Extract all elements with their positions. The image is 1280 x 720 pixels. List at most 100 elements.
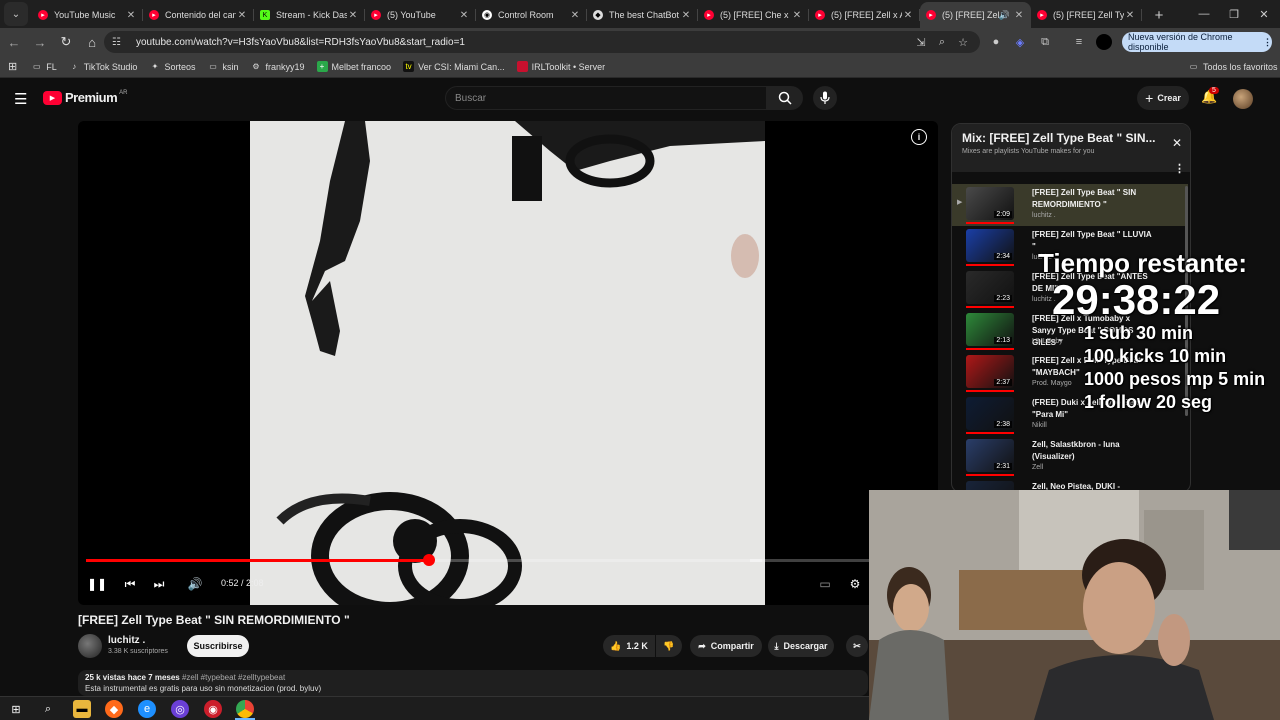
media-control-icon[interactable]: ≡ <box>1071 34 1087 50</box>
address-bar[interactable]: ☷ youtube.com/watch?v=H3fsYaoVbu8&list=R… <box>104 31 980 53</box>
playlist-item[interactable]: 2:31 Zell, Salastkbron - luna (Visualizer… <box>952 436 1188 478</box>
subtitles-icon[interactable]: ▭ <box>814 573 836 595</box>
minimize-icon[interactable]: — <box>1188 0 1220 28</box>
obs-icon[interactable]: ◉ <box>204 700 222 718</box>
discord-icon[interactable]: ◎ <box>171 700 189 718</box>
tab[interactable]: ▸(5) [FREE] Zell x Alli✕ <box>809 2 920 28</box>
bookmark[interactable]: + Melbet francoo <box>316 61 391 72</box>
search-icon[interactable]: ⌕ <box>39 700 57 718</box>
progress-bar[interactable] <box>86 554 926 566</box>
bookmark[interactable]: ⚙ frankyy19 <box>250 61 304 72</box>
tab[interactable]: ◆ The best ChatBot ✕ <box>587 2 698 28</box>
like-button[interactable]: 👍 1.2 K <box>603 635 655 657</box>
channel-avatar[interactable] <box>78 634 102 658</box>
clip-button[interactable]: ✂ <box>846 635 868 657</box>
restore-icon[interactable]: ❐ <box>1218 0 1250 28</box>
timer-rule: 1 follow 20 seg <box>1084 392 1213 412</box>
windows-start-icon[interactable]: ⊞ <box>7 700 25 718</box>
previous-icon[interactable]: ⏮ <box>119 573 141 595</box>
zoom-icon[interactable]: ⌕ <box>934 34 950 50</box>
tab-active[interactable]: ▸ (5) [FREE] Zell 🔊 ✕ <box>920 2 1031 28</box>
voice-search-button[interactable] <box>813 86 837 110</box>
volume-icon[interactable]: 🔊 <box>184 573 206 595</box>
tab-close-icon[interactable]: ✕ <box>1124 10 1136 21</box>
site-info-icon[interactable]: ☷ <box>112 37 126 48</box>
bookmark[interactable]: ♪ TikTok Studio <box>69 61 137 72</box>
youtube-logo[interactable]: ▶ Premium AR <box>43 90 127 105</box>
tab[interactable]: ▸ YouTube Music ✕ <box>32 2 143 28</box>
bookmark-folder[interactable]: ▭ FL <box>31 61 57 72</box>
duration-badge: 2:13 <box>994 337 1012 344</box>
tab-close-icon[interactable]: ✕ <box>347 10 359 21</box>
channel-name[interactable]: luchitz . <box>108 635 145 646</box>
playlist-title[interactable]: Mix: [FREE] Zell Type Beat " SIN... <box>962 131 1180 145</box>
tab[interactable]: ▸Contenido del canal✕ <box>143 2 254 28</box>
chrome-update-button[interactable]: Nueva versión de Chrome disponible ⋮ <box>1122 32 1272 52</box>
kebab-menu-icon[interactable]: ⋮ <box>1263 37 1272 48</box>
watched-progress-bar <box>966 474 1014 476</box>
tab-close-icon[interactable]: ✕ <box>1013 10 1025 21</box>
close-icon[interactable]: ✕ <box>1172 136 1182 150</box>
tab[interactable]: ▸ (5) YouTube ✕ <box>365 2 476 28</box>
tab[interactable]: ▸(5) [FREE] Che x Zell✕ <box>698 2 809 28</box>
all-bookmarks[interactable]: ▭ Todos los favoritos <box>1188 61 1278 72</box>
bookmark-folder[interactable]: ▭ ksin <box>207 61 238 72</box>
watched-progress-bar <box>966 222 1014 224</box>
tab-close-icon[interactable]: ✕ <box>569 10 581 21</box>
reload-icon[interactable]: ↻ <box>54 30 78 54</box>
apps-grid-icon[interactable]: ⊞ <box>8 60 17 73</box>
profile-icon[interactable] <box>1096 34 1112 50</box>
next-icon[interactable]: ⏭ <box>148 573 170 595</box>
avatar[interactable] <box>1233 89 1253 109</box>
extensions-icon[interactable]: ⧉ <box>1037 34 1053 50</box>
bookmark-star-icon[interactable]: ☆ <box>955 34 971 50</box>
search-input[interactable]: Buscar <box>445 86 767 110</box>
bookmark[interactable]: ✦ Sorteos <box>149 61 196 72</box>
bookmark[interactable]: tv Ver CSI: Miami Can... <box>403 61 505 72</box>
playlist-item[interactable]: ▶ 2:09 [FREE] Zell Type Beat " SIN REMORDI… <box>952 184 1188 226</box>
chrome-icon[interactable] <box>236 700 254 718</box>
tab-close-icon[interactable]: ✕ <box>125 10 137 21</box>
watched-progress-bar <box>966 264 1014 266</box>
tab-close-icon[interactable]: ✕ <box>791 10 803 21</box>
hamburger-menu-icon[interactable]: ☰ <box>14 90 27 108</box>
scrubber-handle[interactable] <box>422 554 435 566</box>
install-app-icon[interactable]: ⇲ <box>913 34 929 50</box>
tab[interactable]: KStream - Kick Dashboard✕ <box>254 2 365 28</box>
tab[interactable]: ◉ Control Room ✕ <box>476 2 587 28</box>
home-icon[interactable]: ⌂ <box>80 30 104 54</box>
video-player[interactable]: i ❚❚ ⏮ ⏭ 🔊 0:52 / 2:08 ▭ ⚙ <box>78 121 938 605</box>
settings-gear-icon[interactable]: ⚙ <box>844 573 866 595</box>
extension-drop-icon[interactable]: ● <box>988 34 1004 50</box>
video-title: [FREE] Zell Type Beat " SIN REMORDIMIENT… <box>78 613 350 627</box>
watched-progress-bar <box>966 306 1014 308</box>
info-icon[interactable]: i <box>911 129 927 145</box>
more-options-icon[interactable]: ⋮ <box>1174 162 1185 175</box>
tab-close-icon[interactable]: ✕ <box>902 10 914 21</box>
pause-icon[interactable]: ❚❚ <box>86 573 108 595</box>
close-window-icon[interactable]: ✕ <box>1248 0 1280 28</box>
new-tab-button[interactable]: + <box>1148 4 1170 26</box>
vpn-extension-icon[interactable]: ◈ <box>1012 34 1028 50</box>
brave-icon[interactable]: ◆ <box>105 700 123 718</box>
tab-search-button[interactable]: ⌄ <box>4 2 28 26</box>
share-button[interactable]: ➦ Compartir <box>690 635 762 657</box>
create-button[interactable]: + Crear <box>1137 86 1189 110</box>
download-button[interactable]: ⤓ Descargar <box>768 635 834 657</box>
search-button[interactable] <box>767 86 803 110</box>
tab-close-icon[interactable]: ✕ <box>458 10 470 21</box>
file-explorer-icon[interactable]: ▬ <box>73 700 91 718</box>
speaker-icon[interactable]: 🔊 <box>999 10 1010 21</box>
tab-favicon: ▸ <box>371 10 381 20</box>
dislike-button[interactable]: 👎 <box>656 635 682 657</box>
description-box[interactable]: 25 k vistas hace 7 meses #zell #typebeat… <box>78 670 868 696</box>
bookmark[interactable]: IRLToolkit • Server <box>516 61 605 72</box>
tab[interactable]: ▸(5) [FREE] Zell Type✕ <box>1031 2 1142 28</box>
tab-close-icon[interactable]: ✕ <box>236 10 248 21</box>
tab-favicon: ◉ <box>482 10 492 20</box>
edge-icon[interactable]: e <box>138 700 156 718</box>
back-icon[interactable]: ← <box>2 30 26 54</box>
forward-icon[interactable]: → <box>28 30 52 54</box>
tab-close-icon[interactable]: ✕ <box>680 10 692 21</box>
subscribe-button[interactable]: Suscribirse <box>187 635 249 657</box>
